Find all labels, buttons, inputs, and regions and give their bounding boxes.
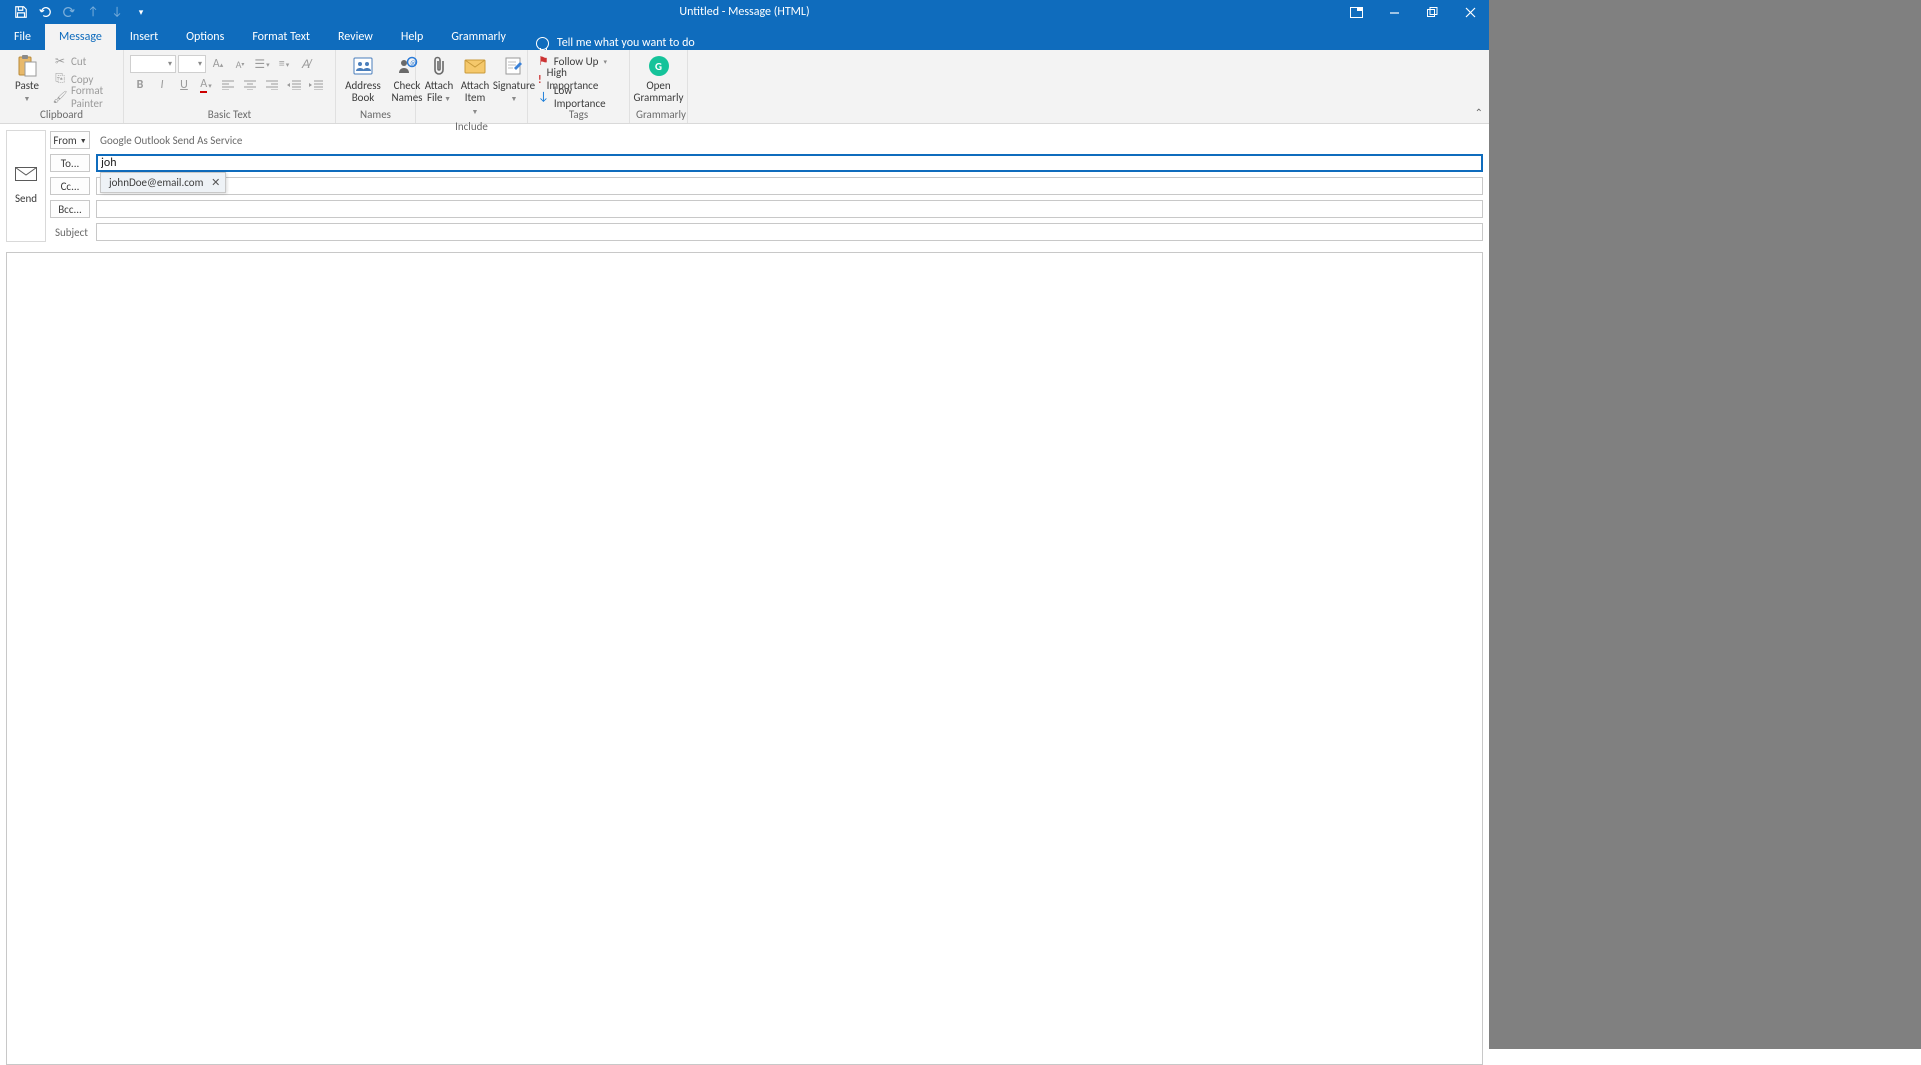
save-icon[interactable] (10, 1, 32, 23)
from-button[interactable]: From▼ (50, 131, 90, 149)
tab-insert[interactable]: Insert (116, 24, 172, 50)
redo-icon[interactable] (58, 1, 80, 23)
ribbon: Paste▼ ✂Cut ⎘Copy 🖌Format Painter Clipbo… (0, 50, 1489, 124)
attach-item-button[interactable]: Attach Item ▼ (458, 52, 492, 120)
cc-button[interactable]: Cc... (50, 177, 90, 195)
bullets-button[interactable]: ☰▾ (252, 55, 272, 73)
subject-label: Subject (50, 226, 90, 239)
from-value: Google Outlook Send As Service (96, 134, 1483, 147)
autocomplete-suggestion[interactable]: johnDoe@email.com ✕ (100, 172, 226, 193)
suggestion-text: johnDoe@email.com (109, 176, 203, 189)
ribbon-display-options-icon[interactable] (1337, 0, 1375, 24)
group-label-names: Names (342, 108, 409, 122)
group-label-tags: Tags (534, 108, 623, 122)
attach-item-icon (463, 54, 487, 78)
align-right-button[interactable] (262, 76, 282, 94)
customize-qat-icon[interactable]: ▾ (130, 1, 152, 23)
exclamation-icon: ! (538, 73, 542, 86)
undo-icon[interactable] (34, 1, 56, 23)
cut-button[interactable]: ✂Cut (50, 52, 117, 70)
tab-review[interactable]: Review (324, 24, 387, 50)
address-book-button[interactable]: Address Book (342, 52, 384, 106)
next-item-icon[interactable]: ↓ (106, 1, 128, 23)
paintbrush-icon: 🖌 (53, 90, 67, 104)
align-center-button[interactable] (240, 76, 260, 94)
to-input[interactable] (96, 154, 1483, 172)
paperclip-icon (427, 54, 451, 78)
send-button[interactable]: Send (6, 130, 46, 242)
tab-options[interactable]: Options (172, 24, 238, 50)
attach-file-button[interactable]: Attach File ▼ (422, 52, 456, 107)
desktop-background (1489, 0, 1921, 1049)
address-book-icon (351, 54, 375, 78)
font-size-selector[interactable] (178, 55, 206, 73)
grow-font-button[interactable]: A▴ (208, 55, 228, 73)
signature-icon (502, 54, 526, 78)
down-arrow-icon: ↓ (538, 90, 549, 104)
copy-icon: ⎘ (53, 72, 67, 86)
italic-button[interactable]: I (152, 76, 172, 94)
collapse-ribbon-icon[interactable]: ⌃ (1475, 106, 1483, 119)
paste-icon (15, 54, 39, 78)
numbering-button[interactable]: ≡▾ (274, 55, 294, 73)
font-name-selector[interactable] (130, 55, 176, 73)
minimize-icon[interactable] (1375, 0, 1413, 24)
tab-file[interactable]: File (0, 24, 45, 50)
paste-button[interactable]: Paste▼ (6, 52, 48, 107)
shrink-font-button[interactable]: A▾ (230, 55, 250, 73)
tell-me-search[interactable]: Tell me what you want to do (520, 36, 695, 50)
tab-format-text[interactable]: Format Text (238, 24, 324, 50)
low-importance-button[interactable]: ↓Low Importance (534, 88, 623, 106)
tab-help[interactable]: Help (387, 24, 438, 50)
clear-formatting-button[interactable]: A̸ (296, 55, 316, 73)
decrease-indent-button[interactable] (284, 76, 304, 94)
underline-button[interactable]: U (174, 76, 194, 94)
open-grammarly-button[interactable]: G Open Grammarly (636, 52, 681, 106)
title-bar: ↑ ↓ ▾ Untitled - Message (HTML) (0, 0, 1489, 24)
previous-item-icon[interactable]: ↑ (82, 1, 104, 23)
close-icon[interactable] (1451, 0, 1489, 24)
bcc-input[interactable] (96, 200, 1483, 218)
ribbon-tabs: File Message Insert Options Format Text … (0, 24, 1489, 50)
maximize-icon[interactable] (1413, 0, 1451, 24)
lightbulb-icon (536, 37, 549, 50)
tell-me-placeholder: Tell me what you want to do (557, 36, 695, 50)
dismiss-suggestion-icon[interactable]: ✕ (211, 176, 220, 189)
quick-access-toolbar: ↑ ↓ ▾ (0, 1, 152, 23)
group-label-grammarly: Grammarly (636, 108, 681, 122)
scissors-icon: ✂ (53, 54, 67, 68)
to-button[interactable]: To... (50, 154, 90, 172)
group-label-clipboard: Clipboard (6, 108, 117, 122)
subject-input[interactable] (96, 223, 1483, 241)
group-label-basic-text: Basic Text (130, 108, 329, 122)
send-icon (15, 167, 37, 186)
format-painter-button[interactable]: 🖌Format Painter (50, 88, 117, 106)
grammarly-icon: G (649, 56, 669, 76)
message-body[interactable] (6, 252, 1483, 1065)
tab-message[interactable]: Message (45, 24, 116, 50)
tab-grammarly[interactable]: Grammarly (437, 24, 520, 50)
align-left-button[interactable] (218, 76, 238, 94)
bcc-button[interactable]: Bcc... (50, 200, 90, 218)
font-color-button[interactable]: A▾ (196, 76, 216, 94)
compose-header: Send From▼ Google Outlook Send As Servic… (0, 124, 1489, 246)
cc-input[interactable] (96, 177, 1483, 195)
window-title: Untitled - Message (HTML) (679, 5, 809, 19)
increase-indent-button[interactable] (306, 76, 326, 94)
bold-button[interactable]: B (130, 76, 150, 94)
